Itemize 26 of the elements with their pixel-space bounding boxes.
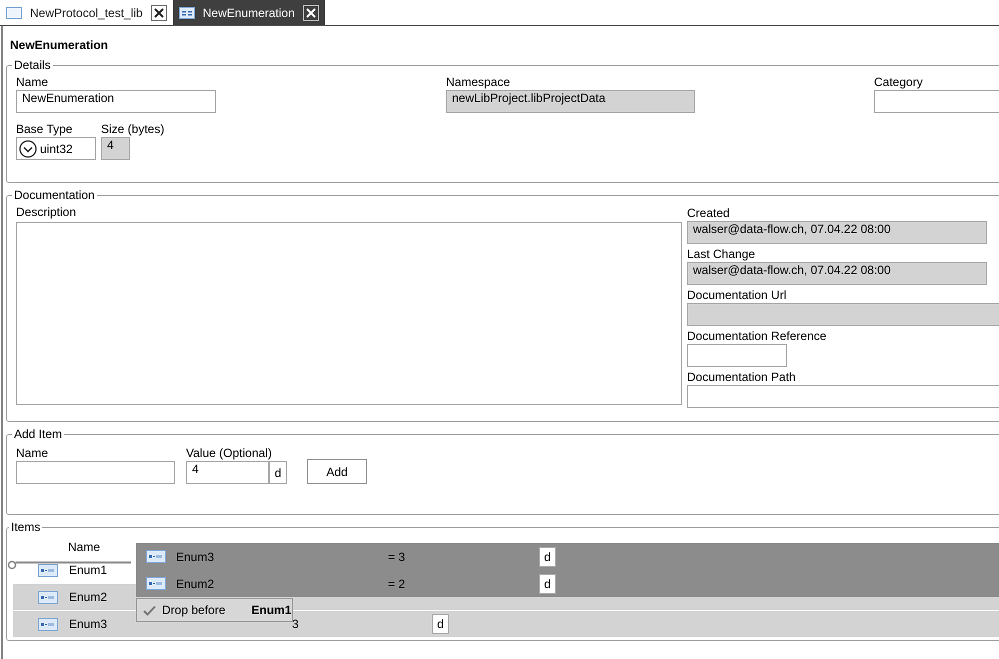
group-legend: Documentation xyxy=(12,188,97,202)
item-name: Enum3 xyxy=(69,617,108,631)
field-label: Size (bytes) xyxy=(101,121,164,137)
field-label: Documentation Reference xyxy=(687,328,828,344)
field-label: Documentation Path xyxy=(687,369,797,385)
format-field: d xyxy=(539,574,556,594)
group-legend: Add Item xyxy=(12,427,64,441)
page-title: NewEnumeration xyxy=(10,38,108,52)
field-label: Name xyxy=(16,445,50,461)
field-label: Description xyxy=(16,204,78,220)
field-label: Name xyxy=(16,74,50,90)
group-legend: Items xyxy=(9,520,42,534)
item-value: 3 xyxy=(292,617,299,631)
format-field: d xyxy=(539,546,556,566)
item-name: Enum1 xyxy=(69,563,108,577)
field-label: Created xyxy=(687,205,731,221)
group-legend: Details xyxy=(12,58,53,72)
item-name: Enum3 xyxy=(176,550,214,564)
field-label: Value (Optional) xyxy=(186,445,273,461)
field-label: Namespace xyxy=(446,74,512,90)
item-name: Enum2 xyxy=(69,590,108,604)
field-label: Last Change xyxy=(687,246,756,262)
field-label: Base Type xyxy=(16,121,74,137)
item-value: = 3 xyxy=(388,550,406,564)
field-label: Category xyxy=(874,74,924,90)
field-label: Documentation Url xyxy=(687,287,788,303)
